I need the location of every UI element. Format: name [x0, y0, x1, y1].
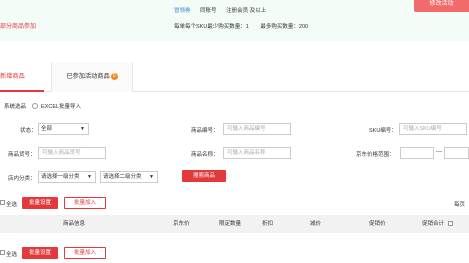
batch-settings-button[interactable]: 批量设置	[22, 197, 58, 209]
select-all-checkbox-bottom[interactable]	[0, 250, 5, 255]
activity-rules-line: 冒领券 同账号 注册会员 及以上	[174, 6, 266, 14]
activity-info-bar: 冒领券 同账号 注册会员 及以上 每单每个SKU最少购买数量：1 最多购买数量：…	[0, 0, 469, 41]
category-label: 店内分类：	[8, 176, 36, 182]
product-table-header: 商品信息 京东价 限定数量 折扣 减价 促销价 促销合计	[0, 215, 469, 233]
per-page-label[interactable]: 每页	[454, 200, 465, 208]
col-discount: 折扣	[262, 221, 274, 227]
category-level2-value: 请选择二级分类	[103, 174, 142, 180]
excel-import-label[interactable]: EXCEL批量导入	[41, 104, 81, 110]
member-level-rule: 注册会员 及以上	[226, 8, 267, 14]
select-all-checkbox[interactable]	[0, 200, 5, 205]
status-select[interactable]: 全部 ▼	[38, 123, 89, 135]
batch-add-button-bottom[interactable]: 批量加入	[64, 247, 106, 259]
chevron-down-icon: ▼	[80, 126, 85, 132]
col-price-cut: 减价	[310, 221, 322, 227]
promo-total-checkbox[interactable]	[448, 221, 453, 226]
max-purchase-text: 最多购买数量：200	[260, 24, 309, 30]
tab-joined-products[interactable]: 已参加活动商品 0	[51, 62, 133, 92]
min-purchase-text: 每单每个SKU最少购买数量：1	[174, 24, 249, 30]
status-label: 状态：	[20, 128, 37, 134]
batch-actions-bottom: 全选 批量设置 批量加入	[0, 247, 469, 260]
excel-import-radio[interactable]	[32, 103, 39, 109]
tab-add-products[interactable]: 新增商品	[0, 62, 44, 92]
price-range-separator: —	[436, 149, 442, 155]
price-min-input[interactable]	[400, 147, 434, 159]
coupon-link[interactable]: 冒领券	[174, 8, 191, 14]
joined-count-badge: 0	[110, 73, 118, 80]
category-level1-value: 请选择一级分类	[41, 174, 80, 180]
selection-mode-row: 系统选品 EXCEL批量导入	[4, 102, 81, 110]
item-no-input[interactable]: 可输入商品货号	[38, 147, 106, 159]
product-code-label: 商品编号：	[191, 128, 219, 134]
participation-scope-label: 部分商品参加	[0, 24, 37, 30]
tab-bar: 新增商品 已参加活动商品 0	[0, 62, 469, 92]
item-no-label: 商品货号：	[8, 152, 36, 158]
category-level1-select[interactable]: 请选择一级分类 ▼	[38, 171, 96, 183]
batch-settings-button-bottom[interactable]: 批量设置	[22, 247, 58, 259]
col-limit-qty: 限定数量	[219, 221, 242, 227]
edit-activity-button[interactable]: 修改活动	[414, 0, 469, 12]
price-range-label: 京东价格范围：	[356, 152, 395, 158]
purchase-limit-line: 每单每个SKU最少购买数量：1 最多购买数量：200	[174, 22, 318, 30]
price-max-input[interactable]	[444, 147, 469, 159]
tab-joined-products-label: 已参加活动商品	[66, 73, 110, 80]
search-products-button[interactable]: 搜索商品	[182, 170, 226, 182]
tab-add-products-label: 新增商品	[0, 73, 25, 80]
category-level2-select[interactable]: 请选择二级分类 ▼	[100, 171, 158, 183]
product-name-input[interactable]: 可输入商品名称	[223, 147, 291, 159]
batch-add-button[interactable]: 批量加入	[64, 197, 106, 209]
status-select-value: 全部	[41, 126, 53, 132]
select-all-label: 全选	[6, 202, 18, 208]
chevron-down-icon: ▼	[87, 174, 92, 180]
col-promo-price: 促销价	[369, 221, 386, 227]
select-all-label-bottom: 全选	[6, 252, 18, 258]
sku-code-input[interactable]: 可输入SKU编号	[399, 123, 467, 135]
product-name-label: 商品名称：	[191, 152, 219, 158]
batch-actions-top: 全选 批量设置 批量加入	[0, 197, 469, 210]
col-promo-total: 促销合计	[422, 221, 445, 227]
sku-code-label: SKU编号：	[369, 128, 397, 134]
col-jd-price: 京东价	[173, 221, 190, 227]
system-selection-label[interactable]: 系统选品	[4, 104, 26, 110]
chevron-down-icon: ▼	[149, 174, 154, 180]
col-product-info: 商品信息	[63, 221, 86, 227]
same-account-rule: 同账号	[200, 8, 217, 14]
product-code-input[interactable]: 可输入商品编号	[223, 123, 291, 135]
